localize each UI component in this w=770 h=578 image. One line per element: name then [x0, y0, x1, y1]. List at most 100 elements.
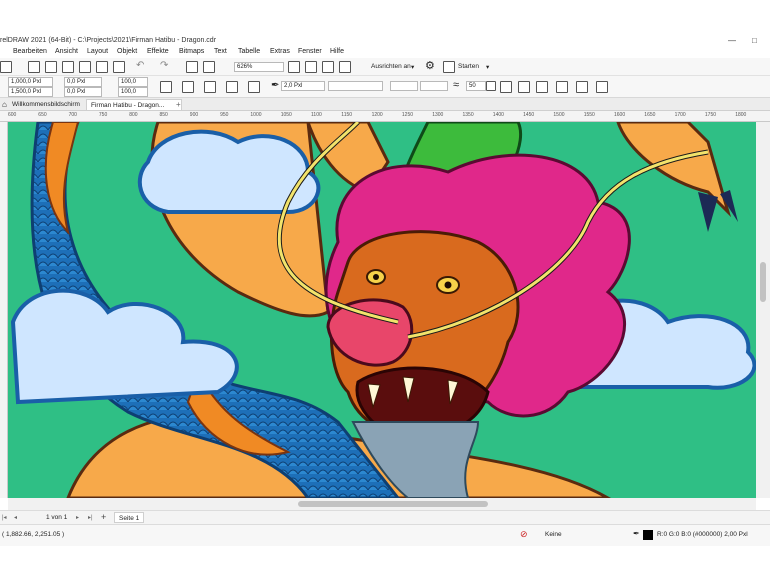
snap-to-dropdown[interactable]: Ausrichten an [371, 63, 411, 70]
page-tab[interactable]: Seite 1 [114, 512, 145, 523]
end-arrowhead-dropdown[interactable] [420, 81, 448, 91]
vertical-scroll-thumb[interactable] [760, 262, 766, 302]
position-x-field[interactable]: 0,0 Pxl [64, 77, 102, 87]
ruler-tick-label: 1450 [523, 112, 535, 118]
previous-page-icon[interactable]: ◂ [14, 514, 17, 521]
open-icon[interactable] [28, 61, 40, 73]
extract-subpath-icon[interactable] [556, 81, 568, 93]
grid-icon[interactable] [322, 61, 334, 73]
menu-hilfe[interactable]: Hilfe [330, 48, 344, 55]
chevron-down-icon[interactable]: ▾ [411, 63, 414, 71]
menu-bitmaps[interactable]: Bitmaps [179, 48, 204, 55]
cut-icon[interactable] [79, 61, 91, 73]
title-bar: relDRAW 2021 (64-Bit) - C:\Projects\2021… [0, 36, 770, 47]
vertical-scrollbar[interactable] [756, 122, 770, 498]
minimize-button[interactable]: — [728, 36, 736, 45]
copy-icon[interactable] [96, 61, 108, 73]
drawing-canvas[interactable] [8, 122, 756, 498]
wrap-icon[interactable] [596, 81, 608, 93]
outline-pen-icon: ✒ [633, 529, 640, 538]
horizontal-scroll-thumb[interactable] [298, 501, 488, 507]
full-screen-icon[interactable] [288, 61, 300, 73]
ruler-tick-label: 900 [189, 112, 199, 118]
chevron-down-icon[interactable]: ▾ [486, 63, 489, 71]
start-arrowhead-dropdown[interactable] [390, 81, 418, 91]
first-page-icon[interactable]: |◂ [2, 514, 7, 521]
smoothing-field[interactable]: 50 [466, 81, 486, 91]
lock-ratio-icon[interactable] [160, 81, 172, 93]
ruler-tick-label: 1300 [432, 112, 444, 118]
last-page-icon[interactable]: ▸| [88, 514, 93, 521]
ruler-tick-label: 1050 [280, 112, 292, 118]
settings-gear-icon[interactable]: ⚙ [425, 59, 435, 72]
fill-none-icon: ⊘ [520, 529, 528, 539]
document-tab-bar: ⌂ Willkommensbildschirm Firman Hatibu - … [0, 98, 770, 111]
outline-style-dropdown[interactable] [328, 81, 383, 91]
add-page-icon[interactable]: + [101, 512, 106, 522]
menu-fenster[interactable]: Fenster [298, 48, 322, 55]
scale-y-field[interactable]: 100,0 [118, 87, 148, 97]
break-apart-icon[interactable] [536, 81, 548, 93]
menu-extras[interactable]: Extras [270, 48, 290, 55]
dragon-illustration [8, 122, 756, 498]
print-icon[interactable] [62, 61, 74, 73]
tab-dragon-document[interactable]: Firman Hatibu - Dragon... [86, 99, 182, 110]
vertical-ruler [0, 122, 8, 498]
mirror-vertical-icon[interactable] [226, 81, 238, 93]
ruler-tick-label: 1500 [553, 112, 565, 118]
object-height-field[interactable]: 1,500,0 Pxl [8, 87, 53, 97]
convert-to-curves-icon[interactable] [518, 81, 530, 93]
scale-x-field[interactable]: 100,0 [118, 77, 148, 87]
node-tool-icon[interactable] [500, 81, 512, 93]
coreldraw-window: relDRAW 2021 (64-Bit) - C:\Projects\2021… [0, 0, 770, 578]
cursor-coordinates: ( 1,882.66, 2,251.05 ) [2, 531, 65, 538]
mirror-horizontal-icon[interactable] [204, 81, 216, 93]
guidelines-icon[interactable] [339, 61, 351, 73]
ruler-tick-label: 850 [159, 112, 168, 118]
paste-icon[interactable] [113, 61, 125, 73]
align-icon[interactable] [248, 81, 260, 93]
menu-ansicht[interactable]: Ansicht [55, 48, 78, 55]
menu-bar: Bearbeiten Ansicht Layout Objekt Effekte… [0, 47, 770, 58]
new-document-icon[interactable] [0, 61, 12, 73]
new-tab-icon[interactable]: + [176, 100, 181, 109]
ruler-tick-label: 1750 [704, 112, 717, 118]
menu-bearbeiten[interactable]: Bearbeiten [13, 48, 47, 55]
position-y-field[interactable]: 0,0 Pxl [64, 87, 102, 97]
ruler-tick-label: 700 [68, 112, 77, 118]
object-width-field[interactable]: 1,000,0 Pxl [8, 77, 53, 87]
add-icon[interactable] [486, 81, 496, 91]
welcome-icon: ⌂ [2, 100, 7, 109]
menu-layout[interactable]: Layout [87, 48, 108, 55]
horizontal-ruler: 600 650 700 750 800 850 900 950 1000 1050 1100 1150… [0, 111, 770, 122]
menu-effekte[interactable]: Effekte [147, 48, 169, 55]
ruler-tick-label: 600 [8, 112, 17, 118]
reflect-nodes-icon[interactable] [576, 81, 588, 93]
launch-dropdown[interactable]: Starten [458, 63, 479, 70]
outline-color-icon [643, 530, 653, 540]
menu-text[interactable]: Text [214, 48, 227, 55]
ruler-tick-label: 1000 [250, 112, 262, 118]
outline-width-field[interactable]: 2,0 Pxl [281, 81, 325, 91]
rotate-icon[interactable] [182, 81, 194, 93]
pen-icon: ✒ [271, 80, 280, 91]
horizontal-scrollbar[interactable] [8, 498, 756, 510]
ruler-tick-label: 1200 [371, 112, 383, 118]
redo-icon[interactable]: ↷ [160, 60, 168, 71]
export-icon[interactable] [203, 61, 215, 73]
ruler-tick-label: 650 [38, 112, 47, 118]
tab-welcome[interactable]: Willkommensbildschirm [8, 99, 84, 110]
menu-objekt[interactable]: Objekt [117, 48, 137, 55]
launch-icon[interactable] [443, 61, 455, 73]
save-icon[interactable] [45, 61, 57, 73]
maximize-button[interactable]: □ [752, 36, 757, 45]
zoom-level-field[interactable]: 626% [234, 62, 284, 72]
smoothing-icon: ≈ [453, 79, 460, 91]
rulers-icon[interactable] [305, 61, 317, 73]
import-icon[interactable] [186, 61, 198, 73]
status-bar: ( 1,882.66, 2,251.05 ) ⊘ Keine ✒ R:0 G:0… [0, 524, 770, 546]
menu-tabelle[interactable]: Tabelle [238, 48, 260, 55]
undo-icon[interactable]: ↶ [136, 60, 144, 71]
next-page-icon[interactable]: ▸ [76, 514, 79, 521]
ruler-tick-label: 1550 [583, 112, 595, 118]
